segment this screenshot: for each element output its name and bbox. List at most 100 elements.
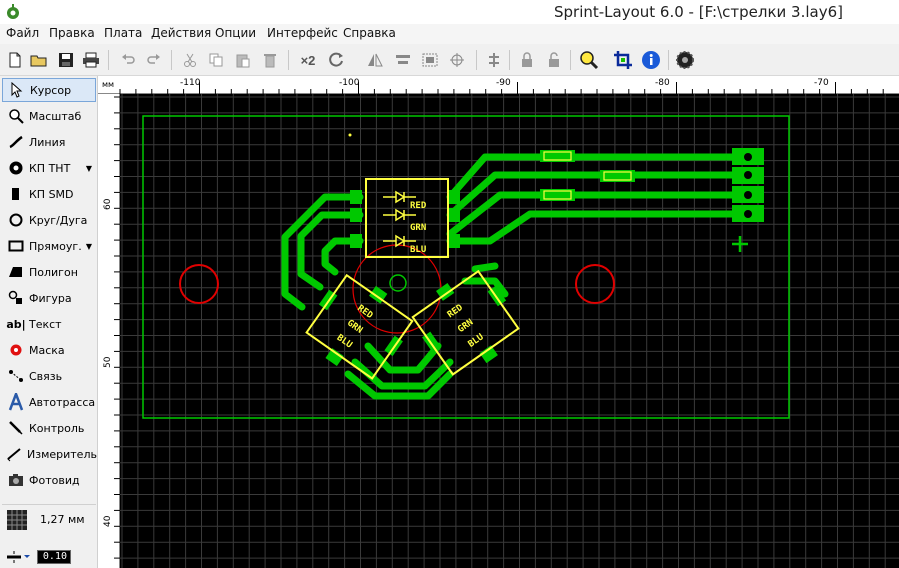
ruler-tick-label: -80 — [655, 78, 670, 88]
main-toolbar: ×2 — [0, 44, 899, 76]
info-icon[interactable] — [640, 49, 662, 71]
tool-polygon[interactable]: Полигон — [2, 260, 96, 284]
tool-label: Линия — [29, 135, 66, 149]
ungroup-icon[interactable] — [446, 49, 468, 71]
pcb-canvas[interactable]: RED GRN BLU RED GRN BLU RED GRN BLU — [120, 94, 899, 568]
tool-label: Курсор — [30, 83, 72, 97]
shape-icon — [7, 289, 25, 307]
align-icon[interactable] — [392, 49, 414, 71]
grid-selector[interactable]: 1,27 мм — [2, 504, 96, 534]
mounting-hole-right — [575, 264, 615, 304]
grid-value: 1,27 мм — [40, 513, 85, 526]
tool-cursor[interactable]: Курсор — [2, 78, 96, 102]
paste-icon[interactable] — [232, 49, 254, 71]
tool-tht-pad[interactable]: КП ТНТ ▼ — [2, 156, 96, 180]
tool-text[interactable]: ab| Текст — [2, 312, 96, 336]
crop-icon[interactable] — [612, 49, 634, 71]
ruler-tick-label: 50 — [103, 356, 113, 368]
tool-label: КП SMD — [29, 187, 74, 201]
chevron-down-icon[interactable]: ▼ — [86, 242, 92, 251]
duplicate-button[interactable]: ×2 — [295, 49, 321, 71]
layers-icon[interactable] — [483, 49, 505, 71]
cut-icon[interactable] — [179, 49, 201, 71]
grid-lines — [120, 94, 899, 568]
toolbar-separator — [570, 50, 571, 70]
track-width-control[interactable]: 0.10 — [2, 546, 96, 568]
connector-pads — [732, 148, 764, 252]
tool-smd-pad[interactable]: КП SMD — [2, 182, 96, 206]
ruler-tick-label: -110 — [180, 78, 201, 88]
tool-photo[interactable]: Фотовид — [2, 468, 96, 492]
line-icon — [7, 133, 25, 151]
mirror-icon[interactable] — [364, 49, 386, 71]
board-outline — [142, 115, 790, 419]
silk-label-blu: BLU — [467, 332, 486, 350]
ruler-tick-label: -90 — [496, 78, 511, 88]
tool-zoom[interactable]: Масштаб — [2, 104, 96, 128]
silk-label-red: RED — [410, 201, 427, 211]
ruler-tick-label: -70 — [814, 78, 829, 88]
redo-icon[interactable] — [143, 49, 165, 71]
settings-icon[interactable] — [674, 49, 696, 71]
undo-icon[interactable] — [117, 49, 139, 71]
measure-icon — [7, 445, 23, 463]
group-icon[interactable] — [419, 49, 441, 71]
print-icon[interactable] — [80, 49, 102, 71]
tool-panel: Курсор Масштаб Линия КП ТНТ ▼ КП SMD Кру… — [0, 76, 98, 568]
cursor-icon — [8, 81, 26, 99]
toolbar-separator — [509, 50, 510, 70]
menu-help[interactable]: Справка — [343, 26, 396, 40]
unlock-icon[interactable] — [543, 49, 565, 71]
ruler-vertical: 60 50 40 — [98, 94, 120, 568]
ruler-tick-label: 60 — [103, 198, 113, 210]
chevron-down-icon[interactable]: ▼ — [86, 164, 92, 173]
tool-check[interactable]: Контроль — [2, 416, 96, 440]
open-folder-icon[interactable] — [28, 49, 50, 71]
led-top: RED GRN BLU — [365, 178, 449, 258]
tool-shape[interactable]: Фигура — [2, 286, 96, 310]
window-title: Sprint-Layout 6.0 - [F:\стрелки 3.lay6] — [553, 3, 843, 21]
track-width-icon — [7, 551, 30, 563]
zoom-icon[interactable] — [578, 49, 600, 71]
tool-measure[interactable]: Измеритель — [2, 442, 97, 466]
rotate-icon[interactable] — [326, 49, 348, 71]
menu-bar: Файл Правка Плата Действия Опции Интерфе… — [0, 24, 899, 44]
marker-dot — [348, 133, 352, 137]
copy-icon[interactable] — [205, 49, 227, 71]
toolbar-separator — [668, 50, 669, 70]
toolbar-separator — [171, 50, 172, 70]
delete-icon[interactable] — [259, 49, 281, 71]
title-bar: Sprint-Layout 6.0 - [F:\стрелки 3.lay6] — [0, 0, 899, 24]
new-file-icon[interactable] — [4, 49, 26, 71]
smd-pad-icon — [7, 185, 25, 203]
menu-actions[interactable]: Действия — [151, 26, 211, 40]
menu-file[interactable]: Файл — [6, 26, 39, 40]
tool-autoroute[interactable]: Автотрасса — [2, 390, 96, 414]
menu-edit[interactable]: Правка — [49, 26, 95, 40]
toolbar-separator — [476, 50, 477, 70]
tool-label: Текст — [29, 317, 62, 331]
track-width-input[interactable]: 0.10 — [37, 550, 71, 564]
tool-label: Контроль — [29, 421, 85, 435]
tool-label: Круг/Дуга — [29, 213, 88, 227]
tool-line[interactable]: Линия — [2, 130, 96, 154]
menu-board[interactable]: Плата — [104, 26, 142, 40]
tool-connection[interactable]: Связь — [2, 364, 96, 388]
autoroute-icon — [7, 393, 25, 411]
save-icon[interactable] — [55, 49, 77, 71]
ruler-horizontal: мм -110 -100 -90 -80 -70 — [98, 76, 899, 94]
check-icon — [7, 419, 25, 437]
menu-options[interactable]: Опции — [215, 26, 256, 40]
toolbar-separator — [288, 50, 289, 70]
tool-label: Связь — [29, 369, 63, 383]
silk-label-blu: BLU — [410, 245, 426, 255]
app-logo-icon — [7, 4, 19, 19]
zoom-icon — [7, 107, 25, 125]
toolbar-separator — [108, 50, 109, 70]
tool-mask[interactable]: Маска — [2, 338, 96, 362]
silk-label-grn: GRN — [456, 318, 475, 336]
tool-circle-arc[interactable]: Круг/Дуга — [2, 208, 96, 232]
tool-rectangle[interactable]: Прямоуг. ▼ — [2, 234, 96, 258]
lock-icon[interactable] — [516, 49, 538, 71]
menu-interface[interactable]: Интерфейс — [267, 26, 338, 40]
